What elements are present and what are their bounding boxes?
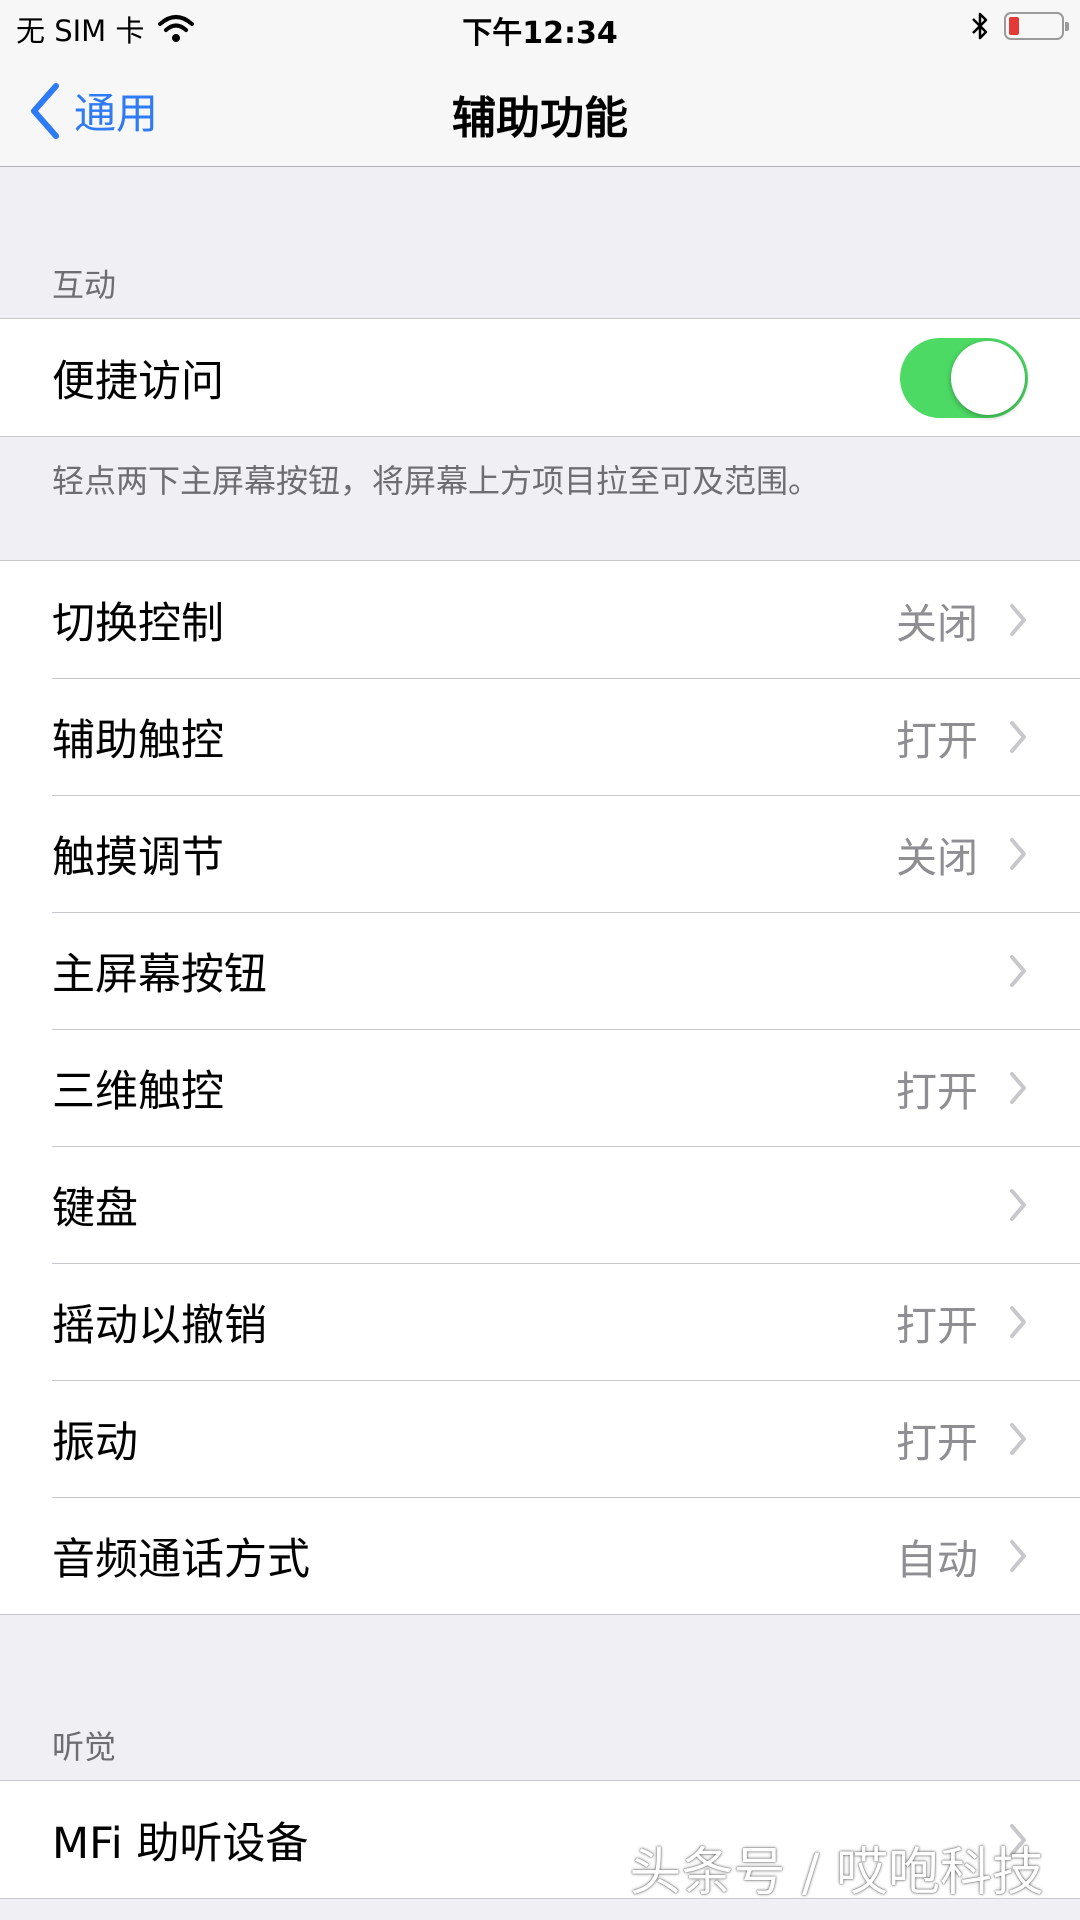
reachability-row[interactable]: 便捷访问 [0,319,1080,436]
chevron-right-icon [1010,1539,1026,1572]
list-item-label: 键盘 [52,1183,138,1234]
page-title: 辅助功能 [452,93,628,144]
list-item[interactable]: 触摸调节 关闭 [0,795,1080,912]
list-item-label: 振动 [52,1417,138,1468]
toggle-knob [951,340,1025,415]
reachability-footer: 轻点两下主屏幕按钮，将屏幕上方项目拉至可及范围。 [52,462,821,500]
list-item-label: 辅助触控 [52,715,224,766]
chevron-right-icon [1010,1188,1026,1221]
status-bar: 无 SIM 卡 下午12:34 [0,0,1080,52]
list-item[interactable]: 辅助触控 打开 [0,678,1080,795]
list-item[interactable]: 主屏幕按钮 [0,912,1080,1029]
section-header-interaction: 互动 [52,266,117,304]
list-item-label: 摇动以撤销 [52,1300,267,1351]
status-time: 下午12:34 [462,16,618,51]
list-item-value: 自动 [896,1535,978,1584]
list-item-label: MFi 助听设备 [52,1818,309,1869]
list-item[interactable]: 振动 打开 [0,1380,1080,1497]
chevron-right-icon [1010,603,1026,636]
battery-icon [1004,12,1069,40]
list-item-value: 打开 [896,1418,978,1467]
reachability-group: 便捷访问 [0,318,1080,437]
list-item-label: 切换控制 [52,598,224,649]
chevron-right-icon [1010,1305,1026,1338]
chevron-right-icon [1010,837,1026,870]
list-item[interactable]: 音频通话方式 自动 [0,1497,1080,1614]
list-item[interactable]: 摇动以撤销 打开 [0,1263,1080,1380]
list-item-label: 三维触控 [52,1066,224,1117]
chevron-right-icon [1010,954,1026,987]
watermark-text: 头条号 / 哎咆科技 [629,1843,1044,1903]
status-right [970,10,1069,42]
list-item-value: 打开 [896,1301,978,1350]
list-item-value: 关闭 [896,599,978,648]
section-header-hearing: 听觉 [52,1728,117,1766]
list-item-label: 音频通话方式 [52,1534,310,1585]
chevron-right-icon [1010,720,1026,753]
reachability-toggle[interactable] [900,337,1028,418]
navigation-bar: 通用 辅助功能 [0,52,1080,167]
list-item-value: 打开 [896,1067,978,1116]
chevron-right-icon [1010,1071,1026,1104]
interaction-settings-list: 切换控制 关闭 辅助触控 打开 触摸调节 关闭 主屏幕按钮 三维触控 打开 键盘 摇动以撤销 打开 振动… [0,560,1080,1615]
list-item-label: 主屏幕按钮 [52,949,267,1000]
battery-level [1009,17,1019,35]
list-item-value: 关闭 [896,833,978,882]
list-item[interactable]: 三维触控 打开 [0,1029,1080,1146]
list-item[interactable]: 键盘 [0,1146,1080,1263]
bluetooth-icon [972,12,988,40]
list-item-label: 触摸调节 [52,832,224,883]
chevron-right-icon [1010,1422,1026,1455]
list-item-value: 打开 [896,716,978,765]
list-item[interactable]: 切换控制 关闭 [0,561,1080,678]
reachability-label: 便捷访问 [52,356,224,407]
battery-cap [1065,22,1069,31]
